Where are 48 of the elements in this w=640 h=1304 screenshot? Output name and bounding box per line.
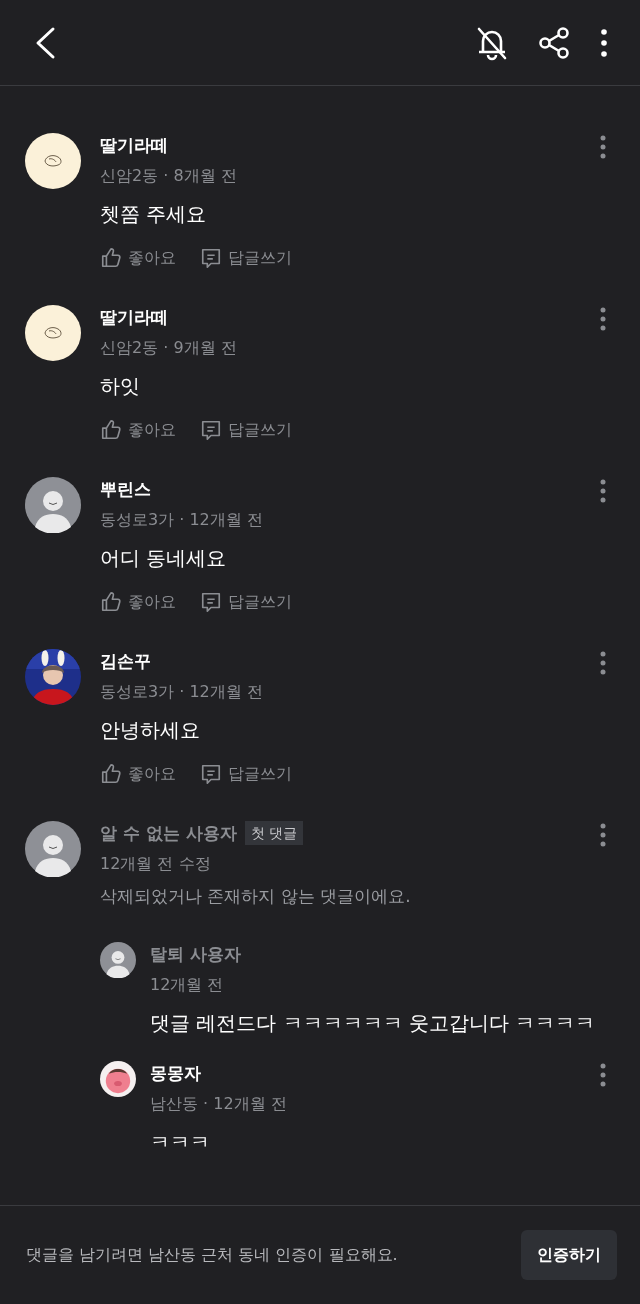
author-name: 딸기라떼 [100,134,168,157]
action-button[interactable]: 좋아요 [100,760,176,788]
action-button[interactable]: 좋아요 [100,416,176,444]
thumbs-up-icon [100,418,122,442]
comment-text: 삭제되었거나 존재하지 않는 댓글이에요. [100,885,412,908]
action-button[interactable]: 좋아요 [100,588,176,616]
thumbs-up-icon [100,762,122,786]
author-name: 딸기라떼 [100,306,168,329]
action-button[interactable]: 답글쓰기 [200,416,292,444]
comment-meta: 신암2동 · 8개월 전 [100,165,238,187]
author-name: 탈퇴 사용자 [150,943,241,966]
comment-icon [200,246,222,270]
author-name: 몽몽자 [150,1062,201,1085]
login-notice: 댓글을 남기려면 남산동 근처 동네 인증이 필요해요. [26,1244,398,1266]
back-icon[interactable] [34,25,56,60]
thumbs-up-icon [100,590,122,614]
avatar [25,133,81,189]
author-name: 김손꾸 [100,650,151,673]
action-button[interactable]: 답글쓰기 [200,760,292,788]
author-name: 뿌린스 [100,478,151,501]
comment-text: 어디 동네세요 [100,545,228,572]
comment-meta: 12개월 전 [150,974,225,996]
comment-meta: 남산동 · 12개월 전 [150,1093,288,1115]
verify-button[interactable]: 인증하기 [521,1230,617,1280]
comment-icon [200,762,222,786]
comment-icon [200,418,222,442]
avatar [100,942,136,978]
action-button[interactable]: 답글쓰기 [200,244,292,272]
author-name: 알 수 없는 사용자 [100,822,237,845]
comment-text: ㅋㅋㅋ [150,1129,211,1156]
action-button[interactable]: 좋아요 [100,244,176,272]
avatar [25,477,81,533]
comment-icon [200,590,222,614]
comment-text: 쳇쫌 주세요 [100,201,208,228]
comment-text: 하잇 [100,373,141,400]
avatar [25,821,81,877]
comment-meta: 신암2동 · 9개월 전 [100,337,238,359]
comment-meta: 12개월 전 수정 [100,853,212,875]
thumbs-up-icon [100,246,122,270]
comment-text: 댓글 레전드다 ㅋㅋㅋㅋㅋㅋ 웃고갑니다 ㅋㅋㅋㅋ [150,1010,597,1037]
comment-meta: 동성로3가 · 12개월 전 [100,681,264,703]
avatar [25,305,81,361]
avatar [100,1061,136,1097]
comment-badge: 첫 댓글 [244,821,304,845]
action-button[interactable]: 답글쓰기 [200,588,292,616]
comment-meta: 동성로3가 · 12개월 전 [100,509,264,531]
share-icon[interactable] [536,24,572,61]
comment-text: 안녕하세요 [100,717,201,744]
